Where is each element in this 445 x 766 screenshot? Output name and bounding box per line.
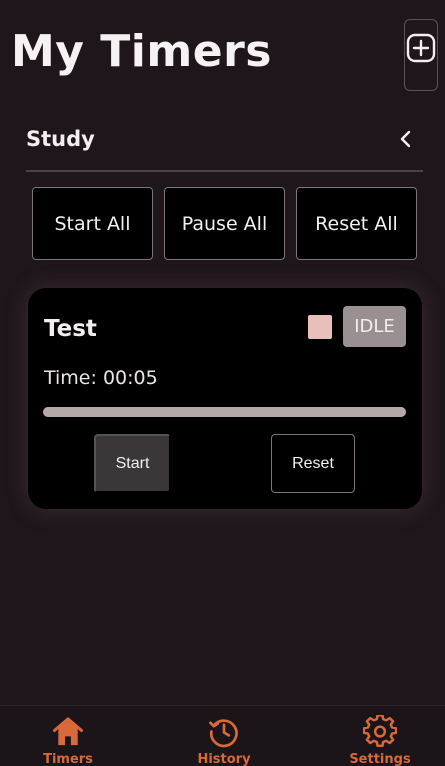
- nav-label-timers: Timers: [43, 752, 93, 766]
- timer-time: Time: 00:05: [44, 367, 158, 389]
- group-name: Study: [26, 127, 95, 151]
- page-title: My Timers: [11, 26, 272, 77]
- timer-name: Test: [44, 316, 97, 342]
- timers-screen: My Timers Study Start All Pause All Rese…: [0, 0, 445, 766]
- history-icon: [209, 719, 238, 748]
- group-header[interactable]: Study: [26, 122, 423, 172]
- start-button[interactable]: Start: [94, 434, 171, 493]
- chevron-left-icon[interactable]: [397, 129, 415, 149]
- pause-all-button[interactable]: Pause All: [164, 187, 285, 260]
- timer-card: Test IDLE Time: 00:05 Start Reset: [28, 288, 422, 509]
- reset-all-button[interactable]: Reset All: [296, 187, 417, 260]
- start-all-button[interactable]: Start All: [32, 187, 153, 260]
- progress-bar: [43, 407, 406, 417]
- status-badge: IDLE: [343, 306, 406, 347]
- nav-label-history: History: [197, 752, 251, 766]
- reset-button[interactable]: Reset: [271, 434, 355, 493]
- home-icon: [52, 717, 84, 746]
- plus-square-icon: [406, 33, 436, 63]
- nav-item-history[interactable]: History: [164, 706, 284, 766]
- nav-item-settings[interactable]: Settings: [320, 706, 440, 766]
- gear-icon: [363, 715, 397, 748]
- nav-label-settings: Settings: [349, 752, 411, 766]
- nav-item-timers[interactable]: Timers: [8, 706, 128, 766]
- timer-color-swatch[interactable]: [308, 315, 332, 339]
- bottom-nav: Timers History Settings: [0, 705, 445, 766]
- progress-fill: [43, 407, 406, 417]
- add-timer-button[interactable]: [404, 19, 438, 91]
